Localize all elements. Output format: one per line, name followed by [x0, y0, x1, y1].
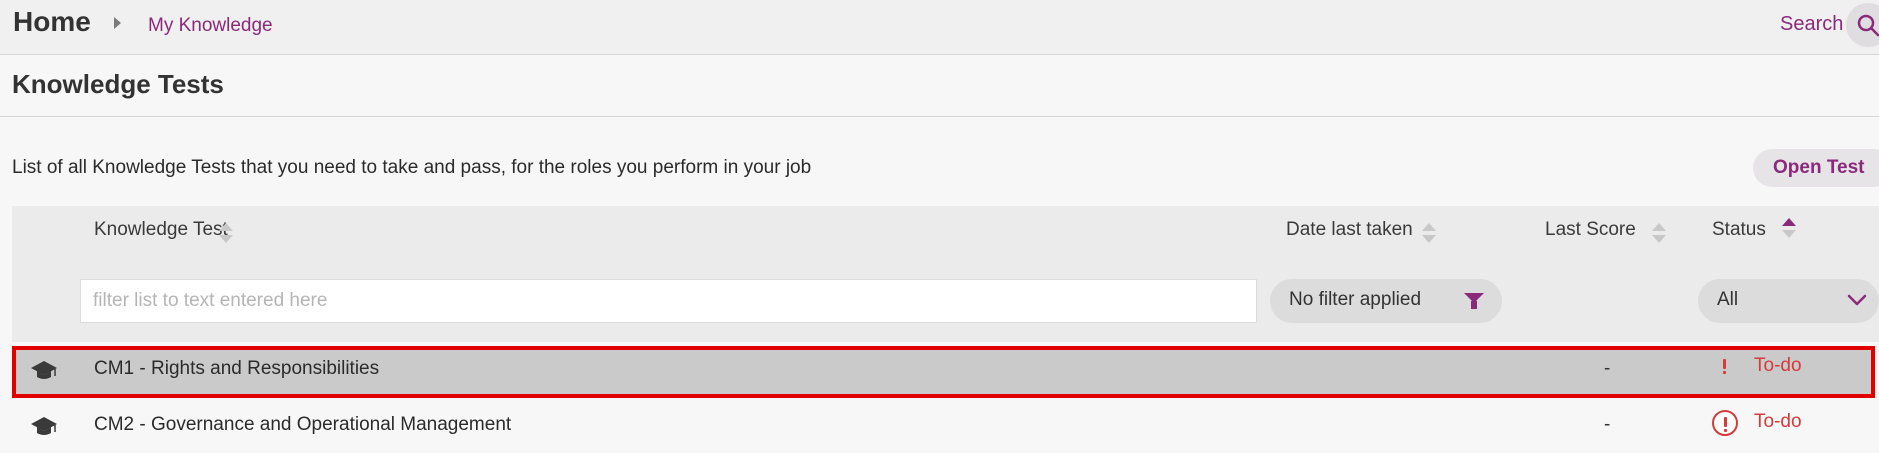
last-score: - [1604, 414, 1611, 435]
test-name[interactable]: CM1 - Rights and Responsibilities [94, 358, 379, 380]
sort-icon[interactable] [1652, 223, 1666, 245]
date-filter-button[interactable]: No filter applied [1270, 279, 1502, 323]
warning-icon [1712, 354, 1738, 380]
last-score: - [1604, 358, 1611, 379]
status-text: To-do [1754, 411, 1802, 432]
home-link[interactable]: Home [13, 6, 91, 38]
sort-ascending-icon[interactable] [1782, 218, 1796, 240]
breadcrumb-arrow-icon [114, 17, 121, 29]
search-icon [1857, 14, 1879, 37]
top-bar: Home My Knowledge Search [0, 0, 1879, 55]
knowledge-tests-table: Knowledge Test Date last taken Last Scor… [12, 206, 1879, 453]
status-filter-select[interactable]: All [1698, 279, 1879, 323]
column-label: Date last taken [1286, 219, 1413, 240]
table-row[interactable]: CM2 - Governance and Operational Managem… [12, 402, 1879, 450]
title-bar: Knowledge Tests [0, 55, 1879, 117]
search-label[interactable]: Search [1780, 13, 1843, 36]
test-name[interactable]: CM2 - Governance and Operational Managem… [94, 414, 511, 436]
page-description: List of all Knowledge Tests that you nee… [12, 157, 812, 178]
table-row[interactable]: CM1 - Rights and Responsibilities - To-d… [12, 346, 1875, 398]
breadcrumb-my-knowledge[interactable]: My Knowledge [148, 15, 273, 37]
warning-icon [1712, 410, 1738, 436]
sort-icon[interactable] [1422, 223, 1436, 245]
status-filter-value: All [1717, 289, 1739, 310]
chevron-down-icon [1847, 294, 1867, 306]
column-label: Last Score [1545, 219, 1636, 240]
column-header-knowledge-test[interactable]: Knowledge Test [94, 219, 228, 241]
table-header: Knowledge Test Date last taken Last Scor… [12, 206, 1879, 342]
column-header-status[interactable]: Status [1712, 219, 1766, 241]
column-label: Knowledge Test [94, 219, 228, 240]
date-filter-label: No filter applied [1289, 289, 1422, 310]
test-filter-input[interactable] [80, 279, 1257, 323]
sort-icon[interactable] [219, 223, 233, 245]
column-header-last-score[interactable]: Last Score [1545, 219, 1636, 241]
open-test-button[interactable]: Open Test [1753, 149, 1879, 187]
page-title: Knowledge Tests [12, 69, 224, 99]
search-button[interactable] [1846, 3, 1879, 47]
column-header-date-last-taken[interactable]: Date last taken [1286, 219, 1413, 241]
graduation-cap-icon [31, 361, 57, 379]
graduation-cap-icon [31, 417, 57, 435]
column-label: Status [1712, 219, 1766, 240]
status-text: To-do [1754, 355, 1802, 376]
